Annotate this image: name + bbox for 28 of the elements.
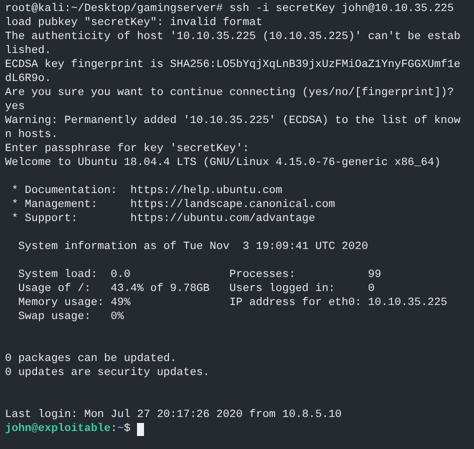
prompt-user-host: john@exploitable xyxy=(5,422,111,436)
prompt-path: ~ xyxy=(117,422,124,436)
terminal-line: Enter passphrase for key 'secretKey': xyxy=(5,142,250,156)
terminal-line: load pubkey "secretKey": invalid format xyxy=(5,16,262,30)
terminal-line: Warning: Permanently added '10.10.35.225' (ECDSA) to the list of know xyxy=(5,114,460,128)
terminal-line: root@kali:~/Desktop/gamingserver# ssh -i secretKey john@10.10.35.225 xyxy=(5,2,454,16)
terminal-line: ECDSA key fingerprint is SHA256:LO5bYqjXqLnB39jxUzFMiOaZ1YnyFGGXUmf1e xyxy=(5,58,460,72)
terminal-line: yes xyxy=(5,100,25,114)
terminal-line: dL6R9o. xyxy=(5,72,52,86)
terminal-line: n hosts. xyxy=(5,128,58,142)
terminal-line: * Documentation: https://help.ubuntu.com xyxy=(10,184,282,198)
prompt-symbol: $ xyxy=(124,422,130,436)
terminal-line: Last login: Mon Jul 27 20:17:26 2020 from 10.8.5.10 xyxy=(5,408,342,422)
terminal-line: Welcome to Ubuntu 18.04.4 LTS (GNU/Linux 4.15.0-76-generic x86_64) xyxy=(5,156,441,170)
terminal-line: Are you sure you want to continue connecting (yes/no/[fingerprint])? xyxy=(5,86,454,100)
terminal-line: 0 packages can be updated. xyxy=(5,352,177,366)
terminal-line: * Management: https://landscape.canonical.com xyxy=(10,198,336,212)
prompt-separator: : xyxy=(110,422,118,436)
terminal-line: System information as of Tue Nov 3 19:09:41 UTC 2020 xyxy=(17,240,368,254)
terminal-line: * Support: https://ubuntu.com/advantage xyxy=(10,212,316,226)
terminal-line: Usage of /: 43.4% of 9.78GB Users logged in: 0 xyxy=(17,282,375,296)
terminal-line: Swap usage: 0% xyxy=(17,310,124,324)
terminal-line: The authenticity of host '10.10.35.225 (10.10.35.225)' can't be estab xyxy=(5,30,460,44)
text-cursor xyxy=(137,422,144,436)
terminal-line: System load: 0.0 Processes: 99 xyxy=(17,268,382,282)
terminal-line: 0 updates are security updates. xyxy=(5,366,210,380)
terminal-line: Memory usage: 49% IP address for eth0: 10.10.35.225 xyxy=(17,296,448,310)
terminal-line: lished. xyxy=(5,44,52,58)
